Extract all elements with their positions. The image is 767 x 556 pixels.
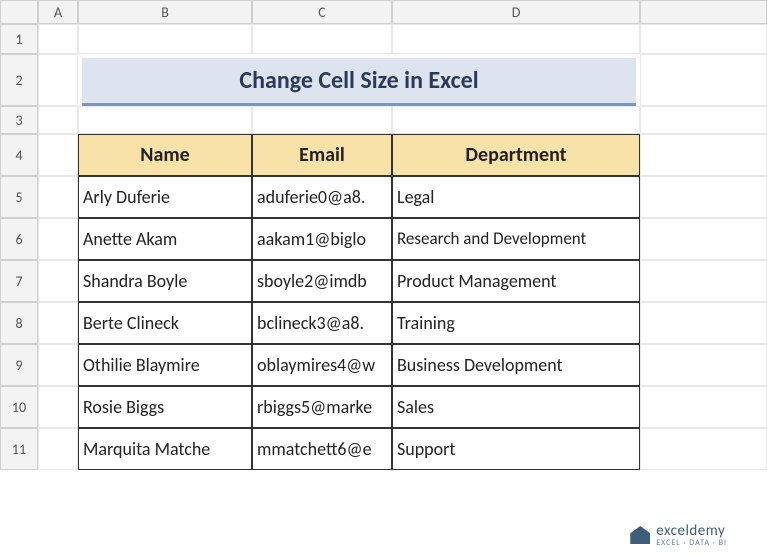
cell-a1[interactable] — [38, 24, 78, 54]
table-row[interactable]: Product Management — [392, 260, 640, 302]
cell-c3[interactable] — [252, 106, 392, 134]
logo-tagline: EXCEL · DATA · BI — [656, 538, 727, 548]
select-all-corner[interactable] — [0, 0, 38, 24]
row-header-1[interactable]: 1 — [0, 24, 38, 54]
cell-b1[interactable] — [78, 24, 252, 54]
row-header-11[interactable]: 11 — [0, 428, 38, 470]
cell-e11[interactable] — [640, 428, 767, 470]
cell-e3[interactable] — [640, 106, 767, 134]
table-row[interactable]: Research and Development — [392, 218, 640, 260]
cell-a3[interactable] — [38, 106, 78, 134]
cell-d3[interactable] — [392, 106, 640, 134]
row-header-3[interactable]: 3 — [0, 106, 38, 134]
cell-e6[interactable] — [640, 218, 767, 260]
table-row[interactable]: Othilie Blaymire — [78, 344, 252, 386]
cell-d1[interactable] — [392, 24, 640, 54]
table-row[interactable]: Anette Akam — [78, 218, 252, 260]
table-row[interactable]: rbiggs5@marke — [252, 386, 392, 428]
col-header-b[interactable]: B — [78, 0, 252, 24]
table-row[interactable]: Sales — [392, 386, 640, 428]
table-row[interactable]: mmatchett6@e — [252, 428, 392, 470]
col-header-c[interactable]: C — [252, 0, 392, 24]
watermark-logo: exceldemy EXCEL · DATA · BI — [630, 522, 727, 548]
col-header-blank[interactable] — [640, 0, 767, 24]
cell-a5[interactable] — [38, 176, 78, 218]
table-header-name[interactable]: Name — [78, 134, 252, 176]
table-row[interactable]: Business Development — [392, 344, 640, 386]
spreadsheet-grid: A B C D 1 2 Change Cell Size in Excel 3 … — [0, 0, 767, 470]
row-header-6[interactable]: 6 — [0, 218, 38, 260]
row-header-4[interactable]: 4 — [0, 134, 38, 176]
cell-e9[interactable] — [640, 344, 767, 386]
col-header-a[interactable]: A — [38, 0, 78, 24]
cell-e4[interactable] — [640, 134, 767, 176]
table-row[interactable]: Support — [392, 428, 640, 470]
table-row[interactable]: aduferie0@a8. — [252, 176, 392, 218]
table-row[interactable]: sboyle2@imdb — [252, 260, 392, 302]
logo-icon — [630, 526, 650, 544]
table-row[interactable]: oblaymires4@w — [252, 344, 392, 386]
cell-e7[interactable] — [640, 260, 767, 302]
cell-a11[interactable] — [38, 428, 78, 470]
cell-a9[interactable] — [38, 344, 78, 386]
row-header-5[interactable]: 5 — [0, 176, 38, 218]
table-row[interactable]: bclineck3@a8. — [252, 302, 392, 344]
cell-e5[interactable] — [640, 176, 767, 218]
table-row[interactable]: Arly Duferie — [78, 176, 252, 218]
table-header-email[interactable]: Email — [252, 134, 392, 176]
table-header-dept[interactable]: Department — [392, 134, 640, 176]
row-header-7[interactable]: 7 — [0, 260, 38, 302]
row-header-10[interactable]: 10 — [0, 386, 38, 428]
cell-a4[interactable] — [38, 134, 78, 176]
cell-a6[interactable] — [38, 218, 78, 260]
cell-e2[interactable] — [640, 54, 767, 106]
table-row[interactable]: aakam1@biglo — [252, 218, 392, 260]
cell-e10[interactable] — [640, 386, 767, 428]
table-row[interactable]: Legal — [392, 176, 640, 218]
page-title: Change Cell Size in Excel — [82, 58, 636, 106]
table-row[interactable]: Berte Clineck — [78, 302, 252, 344]
cell-a7[interactable] — [38, 260, 78, 302]
cell-e1[interactable] — [640, 24, 767, 54]
cell-a8[interactable] — [38, 302, 78, 344]
cell-a10[interactable] — [38, 386, 78, 428]
row-header-9[interactable]: 9 — [0, 344, 38, 386]
cell-c1[interactable] — [252, 24, 392, 54]
table-row[interactable]: Marquita Matche — [78, 428, 252, 470]
col-header-d[interactable]: D — [392, 0, 640, 24]
row-header-8[interactable]: 8 — [0, 302, 38, 344]
cell-b3[interactable] — [78, 106, 252, 134]
table-row[interactable]: Training — [392, 302, 640, 344]
row-header-2[interactable]: 2 — [0, 54, 38, 106]
cell-e8[interactable] — [640, 302, 767, 344]
table-row[interactable]: Shandra Boyle — [78, 260, 252, 302]
cell-a2[interactable] — [38, 54, 78, 106]
table-row[interactable]: Rosie Biggs — [78, 386, 252, 428]
